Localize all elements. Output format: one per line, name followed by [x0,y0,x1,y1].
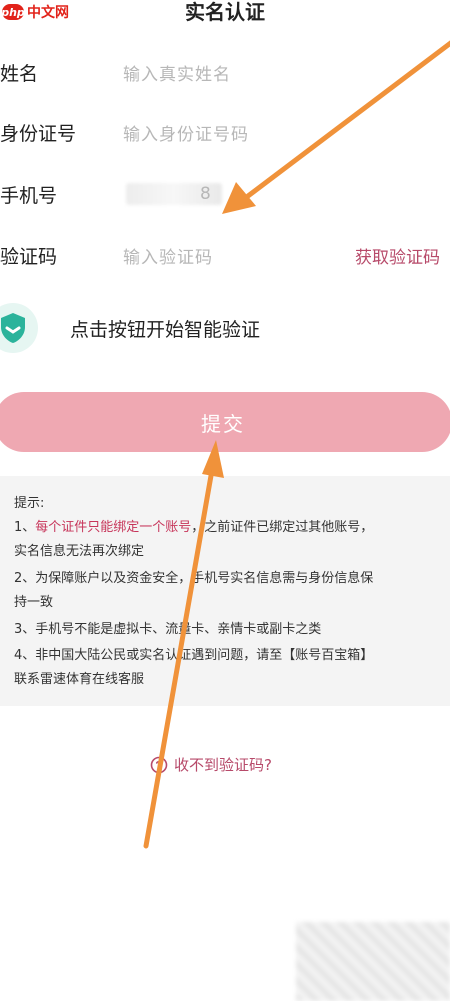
watermark-logo: php [1,4,25,20]
code-label: 验证码 [0,245,58,268]
tip-2-cont: 持一致 [14,595,54,610]
phone-row: 手机号 8 [0,174,450,214]
smart-verify[interactable]: 点击按钮开始智能验证 [0,303,450,353]
submit-button[interactable]: 提交 [0,392,450,452]
watermark: php 中文网 [1,2,69,22]
id-number-label: 身份证号 [0,122,77,145]
name-label: 姓名 [0,62,39,85]
phone-value-tail: 8 [200,184,211,204]
shield-check-icon[interactable] [0,303,38,353]
phone-label: 手机号 [0,184,58,207]
name-input[interactable]: 输入真实姓名 [123,60,231,85]
tip-2: 2、为保障账户以及资金安全，手机号实名信息需与身份信息保 [14,571,374,586]
tip-1-highlight: 每个证件只能绑定一个账号 [35,520,192,535]
tips-panel: 提示: 1、每个证件只能绑定一个账号，之前证件已绑定过其他账号， 实名信息无法再… [0,476,450,706]
tip-1-prefix: 1、 [14,520,36,535]
question-circle-icon [150,756,168,773]
tip-4-cont: 联系雷速体育在线客服 [14,672,145,687]
tip-1-cont: 实名信息无法再次绑定 [14,544,145,559]
watermark-text: 中文网 [27,5,69,21]
code-input[interactable]: 输入验证码 [123,243,213,268]
tip-4: 4、非中国大陆公民或实名认证遇到问题，请至【账号百宝箱】 [14,648,374,663]
id-number-input[interactable]: 输入身份证号码 [123,120,249,145]
no-code-text: 收不到验证码? [174,756,272,774]
code-row: 验证码 输入验证码 获取验证码 [0,235,450,275]
tip-1: 1、每个证件只能绑定一个账号，之前证件已绑定过其他账号， [14,516,373,540]
id-number-row: 身份证号 输入身份证号码 [0,112,450,152]
no-code-link[interactable]: 收不到验证码? [150,754,272,775]
tip-1-rest: ，之前证件已绑定过其他账号， [191,520,374,535]
smart-verify-text: 点击按钮开始智能验证 [70,319,261,341]
tips-title: 提示: [14,496,45,511]
get-code-button[interactable]: 获取验证码 [355,243,440,268]
blurred-corner [296,922,450,1001]
tip-3: 3、手机号不能是虚拟卡、流量卡、亲情卡或副卡之类 [14,622,322,637]
name-row: 姓名 输入真实姓名 [0,52,450,92]
